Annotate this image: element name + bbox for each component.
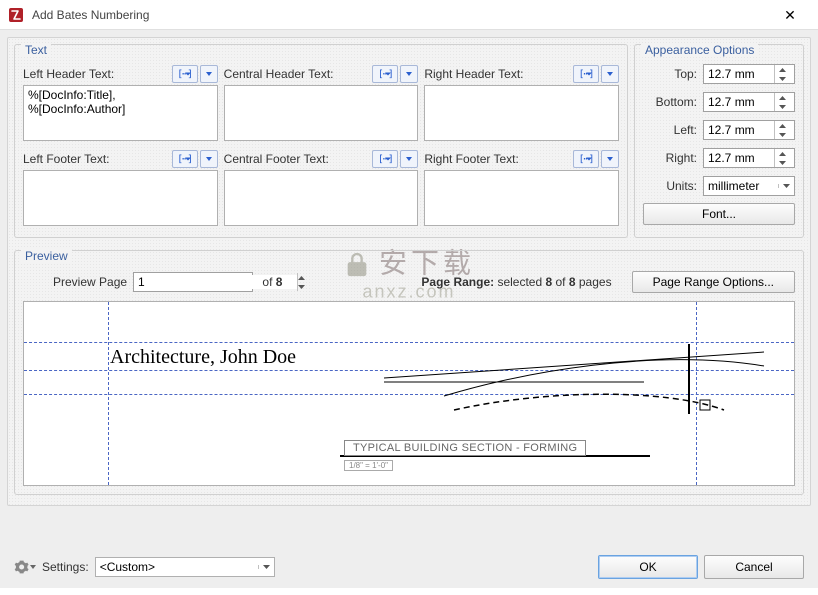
macro-icon: [⋯] — [177, 69, 192, 80]
chevron-down-icon — [258, 565, 274, 569]
spin-down[interactable] — [774, 130, 790, 139]
central-header-label: Central Header Text: — [224, 67, 334, 81]
preview-page-input[interactable] — [133, 272, 253, 292]
preview-section: Preview Preview Page of 8 Page Range: se… — [14, 250, 804, 495]
gear-icon — [14, 559, 29, 575]
top-margin-label: Top: — [643, 67, 703, 81]
left-footer-dropdown-button[interactable] — [200, 150, 218, 168]
right-header-macro-button[interactable]: [⋯] — [573, 65, 599, 83]
right-header-label: Right Header Text: — [424, 67, 523, 81]
text-legend: Text — [21, 43, 51, 57]
spin-up[interactable] — [774, 121, 790, 130]
left-margin-input[interactable] — [703, 120, 795, 140]
window-close-button[interactable]: ✕ — [770, 0, 810, 30]
macro-icon: [⋯] — [378, 69, 393, 80]
bottom-margin-field[interactable] — [704, 95, 774, 109]
units-value: millimeter — [704, 179, 778, 193]
spin-up[interactable] — [774, 65, 790, 74]
units-select[interactable]: millimeter — [703, 176, 795, 196]
central-header-dropdown-button[interactable] — [400, 65, 418, 83]
title-bar: Add Bates Numbering ✕ — [0, 0, 818, 30]
macro-icon: [⋯] — [177, 154, 192, 165]
units-label: Units: — [643, 179, 703, 193]
preview-legend: Preview — [21, 249, 72, 263]
left-footer-input[interactable] — [23, 170, 218, 226]
preview-canvas: Architecture, John Doe TYPICAL BUILDING … — [23, 301, 795, 486]
right-footer-label: Right Footer Text: — [424, 152, 519, 166]
window-title: Add Bates Numbering — [32, 8, 770, 22]
settings-gear-button[interactable] — [14, 558, 36, 576]
right-header-dropdown-button[interactable] — [601, 65, 619, 83]
central-header-input[interactable] — [224, 85, 419, 141]
right-header-input[interactable] — [424, 85, 619, 141]
right-margin-label: Right: — [643, 151, 703, 165]
central-footer-macro-button[interactable]: [⋯] — [372, 150, 398, 168]
macro-icon: [⋯] — [578, 69, 593, 80]
of-label: of 8 — [259, 275, 282, 289]
left-footer-label: Left Footer Text: — [23, 152, 110, 166]
preview-drawing — [24, 302, 794, 485]
preview-section-label: TYPICAL BUILDING SECTION - FORMING — [344, 440, 586, 456]
appearance-section: Appearance Options Top: Bottom: Left: — [634, 44, 804, 238]
left-header-macro-button[interactable]: [⋯] — [172, 65, 198, 83]
macro-icon: [⋯] — [378, 154, 393, 165]
app-icon — [8, 7, 24, 23]
top-margin-input[interactable] — [703, 64, 795, 84]
left-margin-field[interactable] — [704, 123, 774, 137]
preview-section-scale: 1/8" = 1'-0" — [344, 460, 393, 471]
preview-page-label: Preview Page — [53, 275, 127, 289]
central-footer-dropdown-button[interactable] — [400, 150, 418, 168]
spin-down[interactable] — [774, 102, 790, 111]
text-section: Text Left Header Text: [⋯] %[DocInfo:Tit… — [14, 44, 628, 238]
central-header-macro-button[interactable]: [⋯] — [372, 65, 398, 83]
appearance-legend: Appearance Options — [641, 43, 758, 57]
left-footer-macro-button[interactable]: [⋯] — [172, 150, 198, 168]
dialog-body: 安下载 anxz.com Text Left Header Text: [⋯] … — [0, 30, 818, 545]
right-footer-dropdown-button[interactable] — [601, 150, 619, 168]
right-footer-macro-button[interactable]: [⋯] — [573, 150, 599, 168]
bottom-margin-label: Bottom: — [643, 95, 703, 109]
right-margin-input[interactable] — [703, 148, 795, 168]
settings-combo[interactable]: <Custom> — [95, 557, 275, 577]
left-header-dropdown-button[interactable] — [200, 65, 218, 83]
page-range-options-button[interactable]: Page Range Options... — [632, 271, 795, 293]
spin-down[interactable] — [297, 282, 305, 291]
left-header-input[interactable]: %[DocInfo:Title], %[DocInfo:Author] — [23, 85, 218, 141]
cancel-button[interactable]: Cancel — [704, 555, 804, 579]
close-icon: ✕ — [784, 8, 796, 22]
spin-down[interactable] — [774, 74, 790, 83]
macro-icon: [⋯] — [578, 154, 593, 165]
ok-button[interactable]: OK — [598, 555, 698, 579]
spin-up[interactable] — [774, 93, 790, 102]
font-button[interactable]: Font... — [643, 203, 795, 225]
spin-up[interactable] — [774, 149, 790, 158]
central-footer-label: Central Footer Text: — [224, 152, 329, 166]
central-footer-input[interactable] — [224, 170, 419, 226]
right-margin-field[interactable] — [704, 151, 774, 165]
spin-down[interactable] — [774, 158, 790, 167]
bottom-margin-input[interactable] — [703, 92, 795, 112]
top-margin-field[interactable] — [704, 67, 774, 81]
right-footer-input[interactable] — [424, 170, 619, 226]
spin-up[interactable] — [297, 273, 305, 282]
left-header-label: Left Header Text: — [23, 67, 114, 81]
settings-label: Settings: — [42, 560, 89, 574]
left-margin-label: Left: — [643, 123, 703, 137]
bottom-bar: Settings: <Custom> OK Cancel — [0, 545, 818, 588]
settings-value: <Custom> — [96, 560, 258, 574]
chevron-down-icon — [778, 184, 794, 188]
page-range-text: Page Range: selected 8 of 8 pages — [421, 275, 611, 289]
